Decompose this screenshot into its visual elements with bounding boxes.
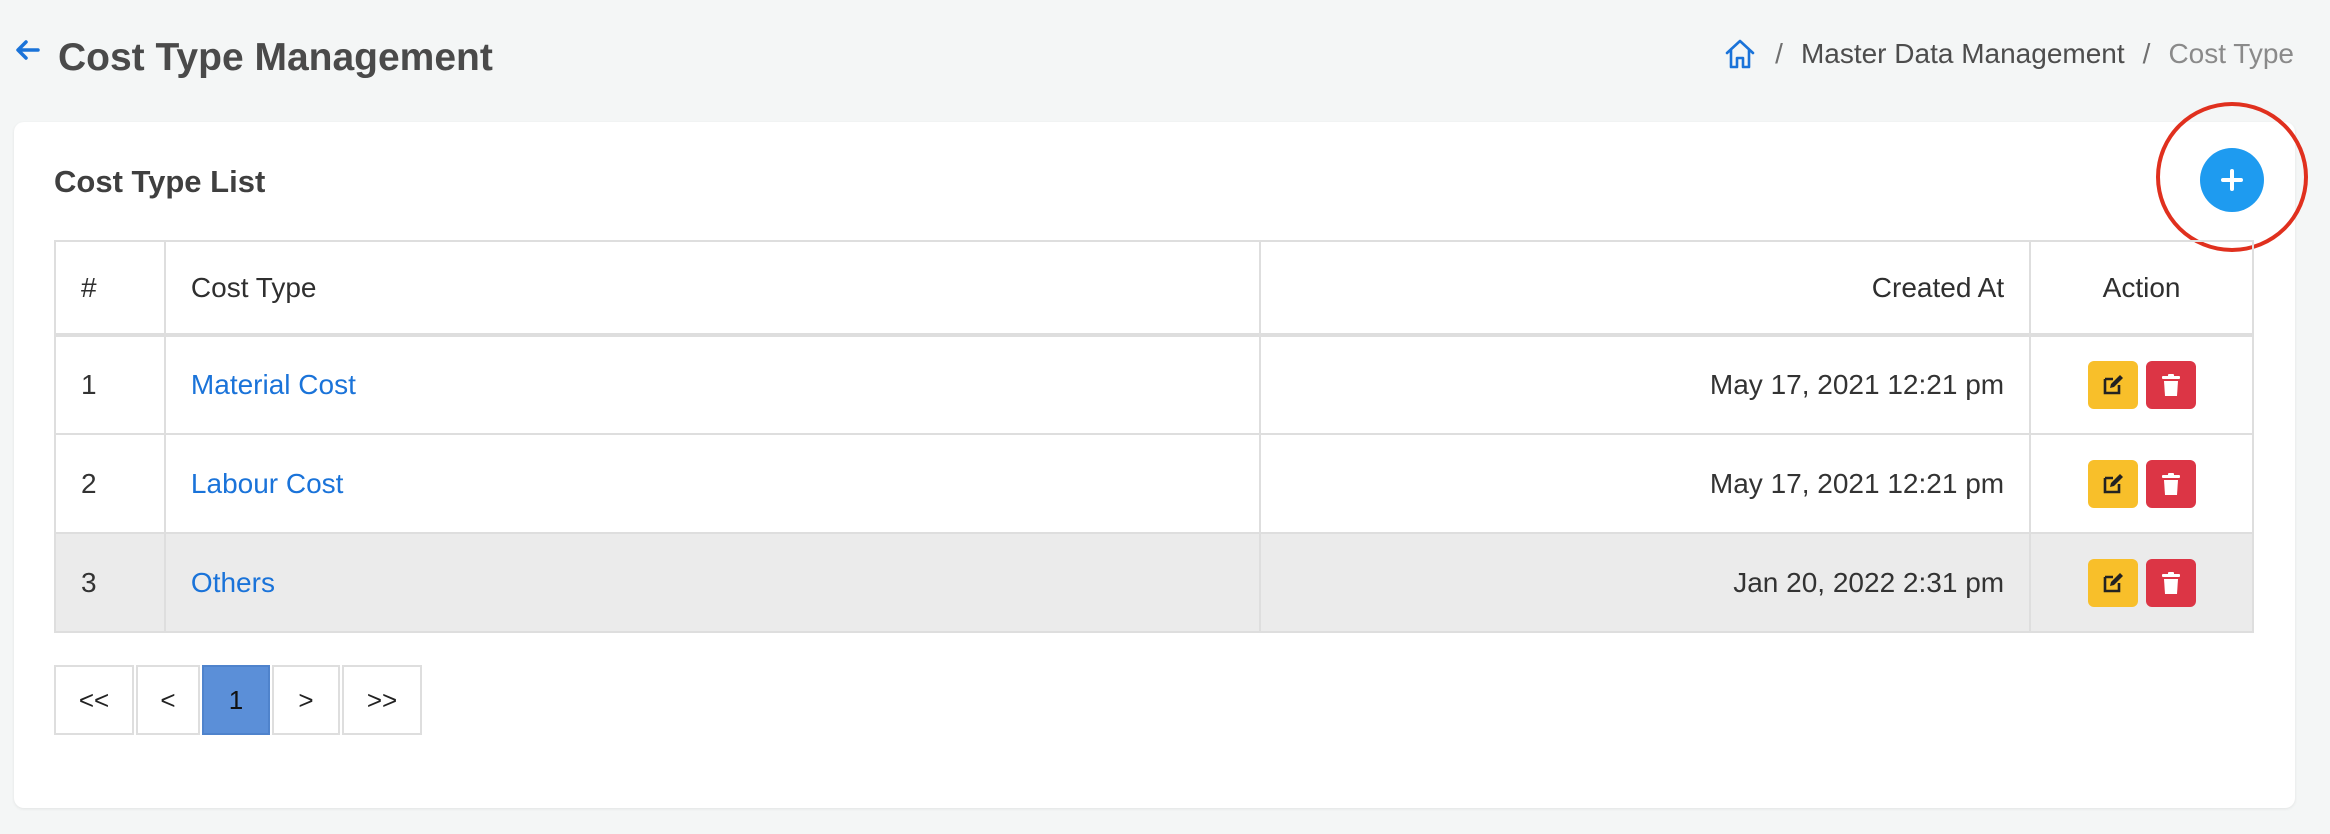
created-at-cell: Jan 20, 2022 2:31 pm	[1258, 532, 2032, 633]
home-icon[interactable]	[1723, 37, 1757, 71]
edit-button[interactable]	[2087, 361, 2138, 409]
cost-type-link[interactable]: Labour Cost	[191, 468, 344, 499]
pagination-next-button[interactable]: >	[272, 665, 340, 735]
row-actions	[2031, 361, 2252, 409]
row-actions	[2031, 459, 2252, 508]
pagination-page-1[interactable]: 1	[202, 665, 270, 735]
pagination-first-button[interactable]: <<	[54, 665, 134, 735]
breadcrumb-separator: /	[2142, 38, 2151, 69]
page-header: Cost Type Management / Master Data Manag…	[0, 0, 2330, 120]
column-header-action: Action	[2029, 240, 2254, 337]
cost-type-link[interactable]: Others	[191, 567, 275, 598]
trash-icon	[2161, 571, 2180, 594]
back-arrow-icon[interactable]	[14, 36, 42, 64]
delete-button[interactable]	[2145, 361, 2196, 409]
pagination-prev-button[interactable]: <	[136, 665, 200, 735]
trash-icon	[2161, 472, 2180, 495]
edit-icon	[2103, 375, 2123, 395]
edit-icon	[2103, 572, 2123, 592]
delete-button[interactable]	[2145, 558, 2196, 607]
breadcrumb-cost-type: Cost Type	[2168, 38, 2294, 69]
pagination-last-button[interactable]: >>	[342, 665, 422, 735]
row-number: 3	[54, 532, 166, 633]
cost-type-link[interactable]: Material Cost	[191, 369, 356, 400]
row-number: 1	[54, 334, 166, 435]
created-at-cell: May 17, 2021 12:21 pm	[1258, 433, 2032, 534]
column-header-cost-type[interactable]: Cost Type	[163, 240, 1261, 337]
table-header-row: # Cost Type Created At Action	[54, 240, 2254, 337]
cost-type-card: Cost Type List # Cost Type Created At Ac…	[14, 102, 2308, 808]
breadcrumb-separator: /	[1775, 38, 1783, 69]
table-row: 1 Material Cost May 17, 2021 12:21 pm	[54, 334, 2254, 435]
pagination: << < 1 > >>	[54, 665, 422, 735]
edit-button[interactable]	[2087, 558, 2138, 607]
column-header-number[interactable]: #	[54, 240, 166, 337]
edit-button[interactable]	[2087, 459, 2138, 508]
breadcrumb-master-data-management[interactable]: Master Data Management	[1801, 34, 2125, 74]
card-title: Cost Type List	[54, 164, 266, 199]
trash-icon	[2161, 374, 2180, 396]
add-cost-type-button[interactable]	[2200, 148, 2264, 212]
edit-icon	[2103, 473, 2123, 493]
row-number: 2	[54, 433, 166, 534]
plus-icon	[2221, 169, 2243, 191]
delete-button[interactable]	[2145, 459, 2196, 508]
table-row: 3 Others Jan 20, 2022 2:31 pm	[54, 532, 2254, 633]
cost-type-table: # Cost Type Created At Action 1 Material…	[54, 240, 2254, 633]
column-header-created-at[interactable]: Created At	[1258, 240, 2032, 337]
created-at-cell: May 17, 2021 12:21 pm	[1258, 334, 2032, 435]
row-actions	[2031, 558, 2252, 607]
table-row: 2 Labour Cost May 17, 2021 12:21 pm	[54, 433, 2254, 534]
page-title: Cost Type Management	[58, 36, 493, 79]
breadcrumb: / Master Data Management / Cost Type	[1723, 34, 2294, 74]
